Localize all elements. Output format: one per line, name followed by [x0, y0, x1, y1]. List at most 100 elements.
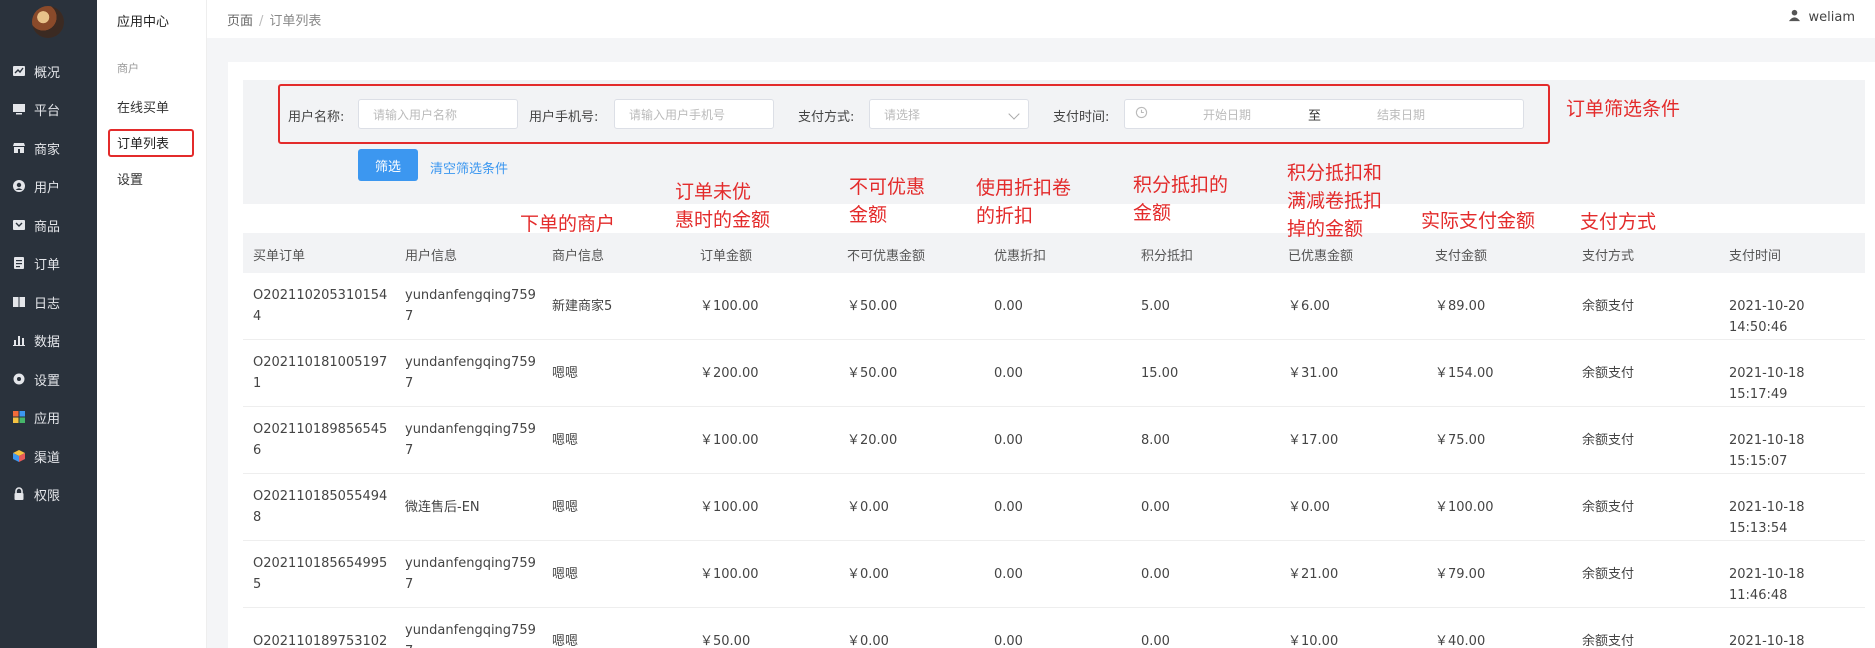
nav-item-settings[interactable]: 设置 — [0, 364, 97, 394]
nav-item-product[interactable]: 商品 — [0, 210, 97, 240]
cell-order-line2: 1 — [253, 376, 262, 391]
cell-paid: ￥40.00 — [1435, 634, 1486, 648]
table-row: O202110185055494 8 微连售后-EN 嗯嗯 ￥100.00 ￥0.00 0.… — [243, 474, 1865, 541]
pay-time-range[interactable]: 开始日期 至 结束日期 — [1124, 99, 1524, 129]
cell-order-line1: O202110185055494 — [253, 489, 388, 504]
user-menu[interactable]: weliam — [1788, 9, 1855, 26]
cell-merchant: 新建商家5 — [552, 299, 613, 314]
cell-user: yundanfengqing759 7 — [405, 419, 536, 461]
table-row: O202110185654995 5 yundanfengqing759 7 嗯嗯 ￥10… — [243, 541, 1865, 608]
breadcrumb-root[interactable]: 页面 — [227, 14, 253, 29]
range-separator: 至 — [1308, 108, 1322, 124]
table-header: 买单订单 用户信息 商户信息 订单金额 不可优惠金额 优惠折扣 积分抵扣 已优惠… — [243, 233, 1865, 273]
cell-order-line1: O202110189856545 — [253, 422, 388, 437]
table-row: O202110181005197 1 yundanfengqing759 7 嗯嗯 ￥20… — [243, 340, 1865, 407]
user-name-label: 用户名称: — [288, 110, 345, 125]
cell-non_discount: ￥20.00 — [847, 433, 898, 448]
cell-time: 2021-10-18 15:15:07 — [1729, 433, 1805, 469]
cell-merchant: 嗯嗯 — [552, 634, 579, 648]
clear-filters-link[interactable]: 清空筛选条件 — [430, 158, 508, 177]
cell-order-line1: O202110185654995 — [253, 556, 388, 571]
col-header-merchant: 商户信息 — [552, 249, 605, 264]
cell-non_discount: ￥0.00 — [847, 634, 889, 648]
nav-item-permission[interactable]: 权限 — [0, 479, 97, 509]
cell-discount: 0.00 — [994, 433, 1023, 448]
user-name-input[interactable]: 请输入用户名称 — [358, 99, 518, 129]
cell-order-line2: 8 — [253, 510, 262, 525]
nav-label: 日志 — [34, 296, 61, 312]
subnav-item-settings[interactable]: 设置 — [117, 169, 143, 188]
cell-order-line1: O202110189753102 — [253, 634, 388, 648]
nav-label: 商品 — [34, 219, 61, 235]
breadcrumb: 页面 / 订单列表 — [227, 10, 321, 29]
col-header-paid: 支付金额 — [1435, 249, 1488, 264]
nav-item-data[interactable]: 数据 — [0, 325, 97, 355]
cell-user-line2: 7 — [405, 641, 536, 648]
nav-item-platform[interactable]: 平台 — [0, 94, 97, 124]
nav-item-apps[interactable]: 应用 — [0, 402, 97, 432]
gear-icon — [12, 372, 26, 386]
cell-merchant: 嗯嗯 — [552, 500, 579, 515]
cell-discount: 0.00 — [994, 299, 1023, 314]
product-icon — [12, 218, 26, 232]
nav-item-log[interactable]: 日志 — [0, 287, 97, 317]
cell-order: O202110185055494 8 — [253, 486, 387, 528]
nav-item-order[interactable]: 订单 — [0, 248, 97, 278]
subnav-item-online-pay[interactable]: 在线买单 — [117, 97, 169, 116]
log-icon — [12, 295, 26, 309]
cell-user-line2: 7 — [405, 443, 414, 458]
subnav-item-order-list[interactable]: 订单列表 — [117, 133, 169, 152]
cell-time: 2021-10-18 15:13:54 — [1729, 500, 1805, 536]
col-header-user: 用户信息 — [405, 249, 458, 264]
cell-user-line1: yundanfengqing759 — [405, 355, 536, 370]
nav-item-merchant[interactable]: 商家 — [0, 133, 97, 163]
app-logo — [32, 6, 64, 38]
sub-sidebar: 应用中心 商户 在线买单 订单列表 设置 — [97, 0, 207, 648]
nav-item-channel[interactable]: 渠道 — [0, 441, 97, 471]
chevron-down-icon — [1008, 108, 1020, 120]
cell-amount: ￥200.00 — [700, 366, 759, 381]
pay-method-placeholder: 请选择 — [884, 107, 921, 122]
cell-discount: 0.00 — [994, 366, 1023, 381]
cell-non_discount: ￥50.00 — [847, 299, 898, 314]
cell-paid: ￥89.00 — [1435, 299, 1486, 314]
table-row: O202110205310154 4 yundanfengqing759 7 新建商家5… — [243, 273, 1865, 340]
cell-points: 0.00 — [1141, 567, 1170, 582]
cell-user-line2: 7 — [405, 309, 414, 324]
cell-order-line2: 6 — [253, 443, 262, 458]
cell-user-line1: yundanfengqing759 — [405, 422, 536, 437]
cell-order: O202110181005197 1 — [253, 352, 387, 394]
filter-button[interactable]: 筛选 — [358, 149, 418, 181]
phone-label: 用户手机号: — [529, 110, 599, 125]
cell-discount: 0.00 — [994, 567, 1023, 582]
cell-method: 余额支付 — [1582, 500, 1635, 515]
main-nav: 概况 平台 商家 用户 商品 订单 日志 数据 设置 应用 渠道 权限 — [0, 0, 97, 648]
channel-icon — [12, 449, 26, 463]
annotation-discount: 使用折扣卷 的折扣 — [976, 177, 1072, 227]
cell-merchant: 嗯嗯 — [552, 567, 579, 582]
cell-order: O202110185654995 5 — [253, 553, 387, 595]
cell-method: 余额支付 — [1582, 433, 1635, 448]
cell-paid: ￥154.00 — [1435, 366, 1494, 381]
cell-non_discount: ￥50.00 — [847, 366, 898, 381]
cell-user-line2: 7 — [405, 376, 414, 391]
cell-user: yundanfengqing759 7 — [405, 352, 536, 394]
user-icon — [12, 179, 26, 193]
annotation-merchant: 下单的商户 — [520, 213, 616, 235]
phone-input[interactable]: 请输入用户手机号 — [614, 99, 774, 129]
monitor-icon — [12, 102, 26, 116]
phone-placeholder: 请输入用户手机号 — [629, 107, 726, 122]
cell-time: 2021-10-18 11:46:48 — [1729, 567, 1805, 603]
order-icon — [12, 256, 26, 270]
nav-item-user[interactable]: 用户 — [0, 171, 97, 201]
annotation-order-amount: 订单未优 惠时的金额 — [675, 181, 771, 231]
cell-user-line1: 微连售后-EN — [405, 500, 480, 515]
nav-item-overview[interactable]: 概况 — [0, 56, 97, 86]
chart-icon — [12, 333, 26, 347]
nav-label: 商家 — [34, 142, 61, 158]
cell-user: yundanfengqing759 7 — [405, 620, 536, 648]
user-name: weliam — [1808, 10, 1855, 25]
cell-method: 余额支付 — [1582, 366, 1635, 381]
pay-method-label: 支付方式: — [798, 110, 855, 125]
pay-method-select[interactable]: 请选择 — [869, 99, 1029, 129]
